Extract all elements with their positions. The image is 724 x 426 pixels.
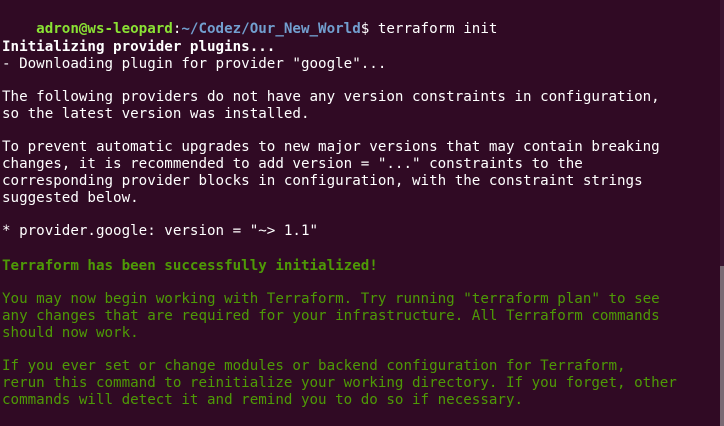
output-prevent-2: changes, it is recommended to add versio… xyxy=(2,156,583,172)
output-prevent-1: To prevent automatic upgrades to new maj… xyxy=(2,139,660,155)
output-begin-2: any changes that are required for your i… xyxy=(2,308,660,324)
scrollbar[interactable] xyxy=(720,0,724,426)
output-begin-3: should now work. xyxy=(2,325,139,341)
output-init-heading: Initializing provider plugins... xyxy=(2,39,276,55)
prompt-user-host: adron@ws-leopard xyxy=(36,21,173,37)
output-prevent-4: suggested below. xyxy=(2,190,139,206)
scrollbar-thumb[interactable] xyxy=(720,266,724,426)
output-begin-1: You may now begin working with Terraform… xyxy=(2,291,660,307)
output-prevent-3: corresponding provider blocks in configu… xyxy=(2,173,643,189)
output-reinit-3: commands will detect it and remind you t… xyxy=(2,392,524,408)
current-prompt-line[interactable]: adron@ws-leopard:~/Codez/Our_New_World$ xyxy=(2,408,378,426)
output-constraints-2: so the latest version was installed. xyxy=(2,106,310,122)
output-reinit-2: rerun this command to reinitialize your … xyxy=(2,375,677,391)
prompt-path: ~/Codez/Our_New_World xyxy=(181,21,361,37)
output-reinit-1: If you ever set or change modules or bac… xyxy=(2,358,626,374)
output-downloading: - Downloading plugin for provider "googl… xyxy=(2,56,387,72)
output-provider-version: * provider.google: version = "~> 1.1" xyxy=(2,223,319,239)
output-constraints-1: The following providers do not have any … xyxy=(2,89,660,105)
terminal-window[interactable]: adron@ws-leopard:~/Codez/Our_New_World$ … xyxy=(0,0,724,426)
command-text: terraform init xyxy=(369,21,498,37)
command-prompt-line: adron@ws-leopard:~/Codez/Our_New_World$ … xyxy=(2,2,497,37)
output-success-message: Terraform has been successfully initiali… xyxy=(2,258,378,274)
